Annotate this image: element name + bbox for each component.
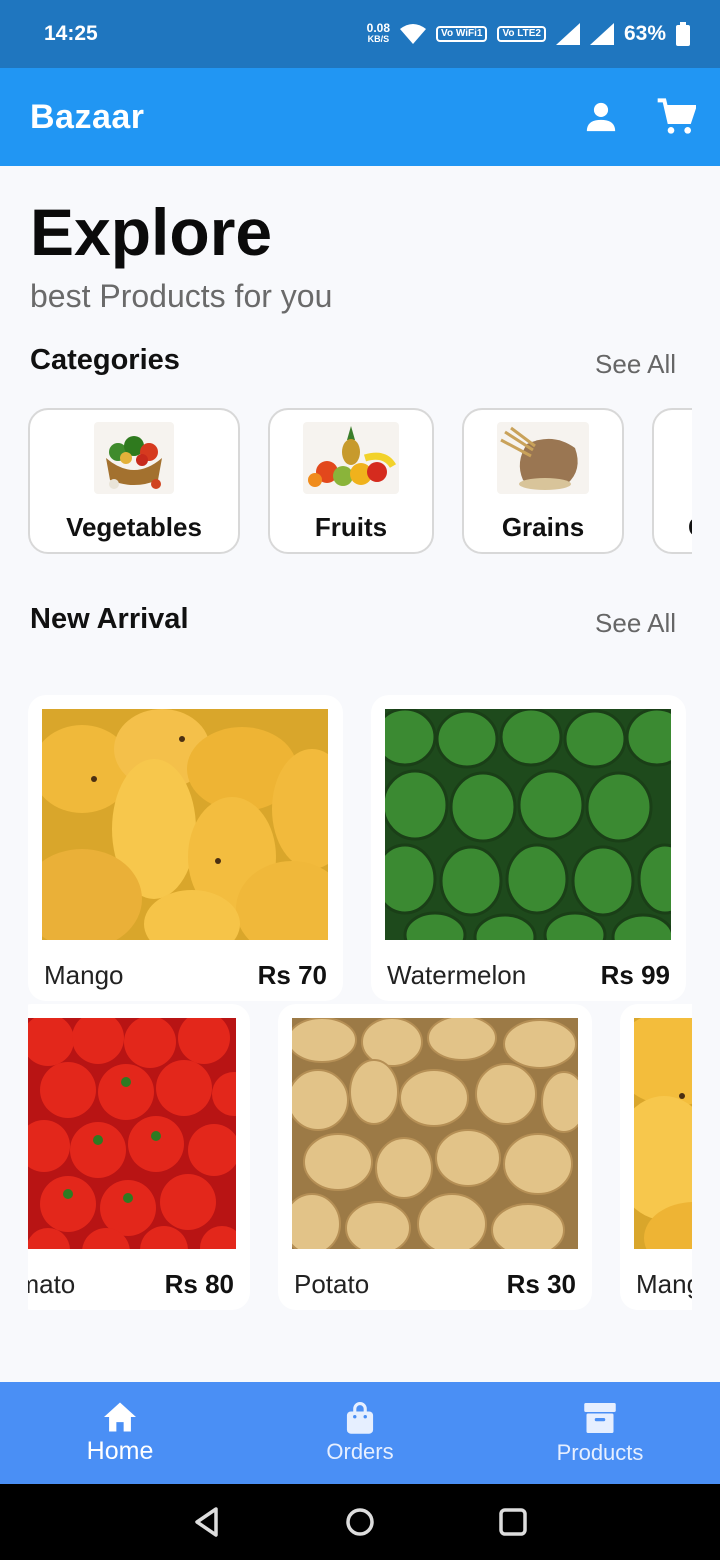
potato-image bbox=[283, 1015, 587, 1257]
back-icon[interactable] bbox=[192, 1506, 222, 1538]
system-navigation-bar bbox=[0, 1484, 720, 1560]
tomato-image bbox=[28, 1012, 256, 1276]
product-name: Potato bbox=[294, 1268, 370, 1299]
cart-icon[interactable] bbox=[656, 97, 696, 137]
bottom-navigation: Home Orders Products bbox=[0, 1382, 720, 1484]
recents-icon[interactable] bbox=[498, 1507, 528, 1537]
signal-roaming-icon bbox=[589, 23, 614, 45]
status-time: 14:25 bbox=[44, 22, 98, 45]
category-label: Grains bbox=[501, 512, 585, 542]
product-card-mango[interactable]: Mango Rs 70 bbox=[28, 695, 352, 1001]
new-arrival-row-1[interactable]: Mango Rs 70 Watermelon Rs 99 bbox=[28, 695, 692, 1005]
person-icon[interactable] bbox=[584, 100, 618, 134]
page-subtitle: best Products for you bbox=[30, 278, 333, 314]
app-title: Bazaar bbox=[30, 97, 145, 136]
product-price: Rs 70 bbox=[257, 959, 327, 990]
page-title: Explore bbox=[30, 195, 273, 269]
new-arrival-title: New Arrival bbox=[30, 603, 189, 635]
grains-sack-image bbox=[497, 422, 589, 494]
shopping-bag-icon bbox=[346, 1402, 374, 1434]
wifi-icon bbox=[400, 24, 427, 44]
fruits-pile-image bbox=[303, 422, 399, 494]
product-card-watermelon[interactable]: Watermelon Rs 99 bbox=[371, 695, 692, 1001]
product-name: Tomato bbox=[28, 1268, 76, 1299]
categories-title: Categories bbox=[30, 344, 180, 376]
product-price: Rs 80 bbox=[164, 1268, 234, 1299]
product-name: Mango bbox=[636, 1268, 692, 1299]
category-list[interactable]: Vegetables Fruits Grains C bbox=[28, 408, 692, 556]
status-bar: 14:25 0.08 KB/S Vo WiFi1 Vo LTE2 63% bbox=[0, 0, 720, 68]
vowifi-badge: Vo WiFi1 bbox=[436, 26, 488, 42]
nav-orders[interactable]: Orders bbox=[240, 1382, 480, 1484]
home-icon bbox=[104, 1401, 136, 1432]
network-speed: 0.08 KB/S bbox=[366, 21, 391, 44]
status-icons: 0.08 KB/S Vo WiFi1 Vo LTE2 63% bbox=[367, 22, 690, 46]
nav-products[interactable]: Products bbox=[480, 1382, 720, 1484]
watermelon-image bbox=[373, 707, 692, 961]
signal-icon bbox=[555, 23, 580, 45]
volte-badge: Vo LTE2 bbox=[497, 26, 546, 42]
nav-label: Products bbox=[556, 1440, 644, 1465]
battery-icon bbox=[676, 22, 690, 46]
product-price: Rs 30 bbox=[506, 1268, 576, 1299]
categories-see-all-link[interactable]: See All bbox=[595, 349, 676, 380]
category-card-partial[interactable]: C bbox=[652, 408, 692, 554]
product-name: Mango bbox=[44, 959, 124, 990]
category-card-vegetables[interactable]: Vegetables bbox=[28, 408, 240, 554]
product-card-tomato[interactable]: Tomato Rs 80 bbox=[28, 1004, 256, 1310]
category-label: C bbox=[688, 512, 692, 543]
category-label: Fruits bbox=[314, 512, 388, 542]
vegetables-basket-image bbox=[94, 422, 174, 494]
product-price: Rs 99 bbox=[600, 959, 670, 990]
home-circle-icon[interactable] bbox=[344, 1506, 376, 1538]
nav-home[interactable]: Home bbox=[0, 1382, 240, 1484]
category-card-grains[interactable]: Grains bbox=[462, 408, 624, 554]
category-card-fruits[interactable]: Fruits bbox=[268, 408, 434, 554]
new-arrival-see-all-link[interactable]: See All bbox=[595, 608, 676, 639]
product-card-mango-partial[interactable]: Mango bbox=[614, 1004, 692, 1310]
mango-image bbox=[614, 1010, 692, 1274]
mango-image bbox=[28, 709, 352, 958]
app-bar: Bazaar bbox=[0, 68, 720, 166]
product-name: Watermelon bbox=[387, 959, 527, 990]
nav-label: Orders bbox=[326, 1439, 394, 1464]
new-arrival-row-2[interactable]: Tomato Rs 80 Potato Rs 30 bbox=[28, 1004, 692, 1312]
archive-box-icon bbox=[584, 1403, 616, 1433]
battery-percent: 63% bbox=[623, 22, 666, 45]
product-card-potato[interactable]: Potato Rs 30 bbox=[278, 1004, 592, 1310]
category-label: Vegetables bbox=[66, 512, 202, 542]
nav-label: Home bbox=[86, 1436, 154, 1465]
